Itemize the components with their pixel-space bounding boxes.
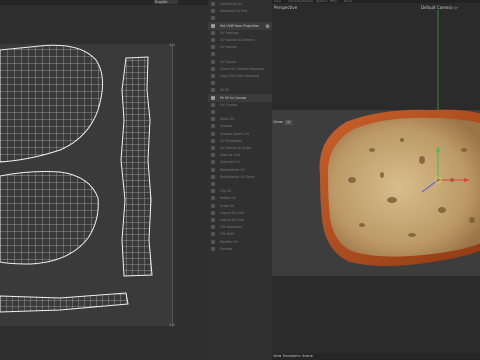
tool-item-label: Fit UV (220, 88, 230, 93)
tool-icon (211, 138, 215, 143)
tool-item-label: Preview (220, 246, 233, 251)
tool-item-label: Flip UV (220, 189, 232, 194)
tool-item-label: Redistribute UV Scale (220, 174, 255, 179)
tool-icon (211, 52, 215, 57)
tool-icon (211, 210, 215, 215)
bread-crumb (327, 117, 480, 257)
tool-icon (211, 30, 215, 35)
uv-islands-svg (0, 44, 153, 313)
tool-icon (211, 160, 215, 165)
tool-icon (211, 2, 215, 6)
tool-icon (211, 153, 215, 158)
tool-item[interactable]: Preview (208, 245, 272, 253)
tool-icon (211, 45, 215, 50)
tool-item-label: Cylindrical UV (220, 2, 243, 6)
tool-icon (211, 88, 215, 93)
uv-tools-list: Cylindrical UV Spherical UV Proj Set UVW f… (208, 0, 272, 251)
tool-item-label: Check UV Overlap Mapping (220, 66, 264, 71)
tool-icon (211, 189, 215, 194)
tool-item-label: Align to Grid (220, 153, 240, 158)
uv-island-slice-top (0, 44, 103, 163)
tool-item-label: Optimize UV (220, 160, 240, 165)
tool-icon (211, 102, 215, 107)
tool-icon (211, 225, 215, 230)
tool-item-label: Unwrap Seams UV (220, 131, 250, 136)
tool-item-label: Redistribute UV (220, 167, 245, 172)
tool-icon (211, 95, 215, 100)
tool-item-label: UV Settings (220, 30, 239, 35)
tool-item-label: UV Layout (220, 59, 237, 64)
tool-icon (211, 16, 215, 21)
tool-icon (211, 174, 215, 179)
tool-icon (211, 124, 215, 129)
tool-icon (211, 110, 215, 114)
tool-item-label: UV Canvas (220, 102, 238, 107)
tool-icon (211, 66, 215, 71)
tool-item-label: UV Straighten (220, 138, 243, 143)
tool-item-label: Fit UV to Canvas (220, 95, 247, 100)
tool-icon (211, 167, 215, 172)
tool-item-label: Modifier UV (220, 239, 239, 244)
tool-icon (211, 9, 215, 14)
tool-item-label: UV Islands (220, 45, 237, 50)
uv-island-crust-strip-vertical (120, 56, 153, 277)
tool-icon (211, 196, 215, 201)
viewport-status-bar: View Transform: Scene (272, 353, 480, 360)
tool-icon (211, 146, 215, 150)
tool-item-label: Rotate UV (220, 196, 236, 201)
tool-item-label: Layout UV Grid (220, 210, 245, 215)
tool-item-label: Unwrap (220, 124, 233, 129)
tool-item-label: UV Islands to Camera (220, 38, 255, 42)
tool-item-label: Layout UV Line (220, 218, 245, 222)
tool-icon (211, 81, 215, 86)
tool-icon (211, 117, 215, 122)
tool-icon (211, 74, 215, 78)
uv-island-slice-middle (0, 171, 99, 265)
tool-item-label: Set UVW from Projection (220, 23, 260, 28)
tool-icon (211, 232, 215, 237)
tool-icon (211, 182, 215, 186)
tool-icon (211, 218, 215, 222)
tool-item-label: Tile Seamless (220, 225, 242, 230)
tool-icon (211, 23, 215, 28)
tool-icon (211, 239, 215, 244)
tool-item-label: UV Islands to Origin (220, 146, 252, 150)
tool-item-label: Scale UV (220, 203, 235, 208)
tool-item-label: Spherical UV Proj (220, 9, 248, 14)
tool-icon (211, 131, 215, 136)
tool-icon (211, 59, 215, 64)
tool-item-label: Tile Shift (220, 232, 234, 237)
tool-item-label: Copy UVs From Mapping (220, 74, 259, 78)
bread-slice-render (319, 10, 480, 266)
tool-icon (211, 38, 215, 42)
tool-icon (211, 203, 215, 208)
tool-icon (211, 246, 215, 251)
uv-island-crust-strip-horizontal (0, 292, 129, 313)
tool-item-label: Relax UV (220, 117, 235, 122)
